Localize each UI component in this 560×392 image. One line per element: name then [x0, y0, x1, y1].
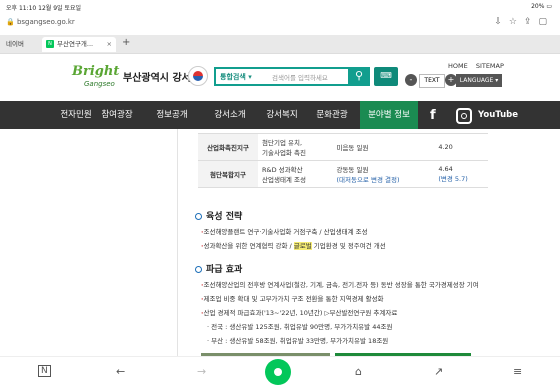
search-scope-select[interactable]: 통합검색 ▾ — [220, 72, 252, 82]
search-input[interactable]: 검색어를 입력하세요 — [272, 72, 328, 82]
language-select[interactable]: LANGUAGE ▾ — [456, 74, 502, 87]
browser-tab-active[interactable]: N 부산연구개... × — [42, 37, 116, 52]
main-content: 산업화촉진지구 첨단기업 유치, 기술사업화 촉진 미음동 일원 4.20 첨단복… — [0, 129, 560, 359]
browser-bottom-bar: N ← → ⌂ ↗ ≡ — [0, 356, 560, 392]
tab-label: 네이버 — [6, 40, 24, 48]
browser-tab-naver[interactable]: 네이버 — [6, 37, 38, 52]
youtube-link[interactable]: YouTube — [478, 101, 518, 129]
site-logo[interactable]: Bright Gangseo — [72, 64, 122, 94]
home-icon[interactable]: ⌂ — [355, 365, 362, 378]
browser-tab-strip: 네이버 N 부산연구개... × + — [0, 35, 560, 54]
battery-indicator: 20% ▭ — [531, 3, 552, 10]
section-title-strategy: 육성 전략 — [195, 209, 242, 222]
table-row: 첨단복합지구 R&D 성과확산 산업생태계 조성 강동동 일원 (대저동으로 변경 … — [198, 160, 488, 188]
naver-home-icon[interactable]: N — [38, 365, 51, 377]
district-value: 4.20 — [434, 133, 488, 161]
district-area: 강동동 일원 (대저동으로 변경 결정) — [332, 160, 435, 188]
nav-item-culture[interactable]: 문화관광 — [312, 101, 352, 129]
share-icon[interactable]: ⇪ — [524, 17, 539, 27]
main-nav: 전자민원 참여광장 정보공개 강서소개 강서복지 문화관광 분야별 정보 f Y… — [0, 101, 560, 129]
list-item: ·산업 경제적 파급효과('13~'22년, 10년간) ▷부산발전연구원 추계… — [201, 309, 398, 317]
district-table: 산업화촉진지구 첨단기업 유치, 기술사업화 촉진 미음동 일원 4.20 첨단복… — [198, 133, 488, 188]
section-title-effects: 파급 효과 — [195, 262, 242, 275]
star-icon[interactable]: ☆ — [509, 17, 524, 27]
zoom-text-label: TEXT — [419, 74, 445, 88]
bullet-circle-icon — [195, 266, 202, 273]
tab-label: 부산연구개... — [57, 40, 94, 48]
zoom-out-button[interactable]: - — [405, 74, 417, 86]
url-text[interactable]: 🔒 bsgangseo.go.kr — [6, 18, 75, 26]
list-item: · 부산 : 생산유발 58조원, 취업유발 33만명, 부가가치유발 18조원 — [207, 337, 389, 345]
home-link[interactable]: HOME — [448, 62, 468, 70]
district-name: 첨단복합지구 — [198, 160, 258, 188]
list-item: · 전국 : 생산유발 125조원, 취업유발 90만명, 부가가치유발 44조… — [207, 323, 393, 331]
list-item: ·조선해양플랜트 연구·기술사업화 거점구축 / 산업생태계 조성 — [201, 228, 368, 236]
tabs-icon[interactable]: ▢ — [538, 17, 554, 27]
instagram-icon[interactable] — [456, 108, 472, 124]
district-area: 미음동 일원 — [332, 133, 435, 161]
forward-icon[interactable]: → — [197, 365, 206, 378]
site-header: Bright Gangseo 부산광역시 강서구 통합검색 ▾ 검색어를 입력하… — [0, 54, 560, 101]
nav-item-disclosure[interactable]: 정보공개 — [152, 101, 192, 129]
share-icon[interactable]: ↗ — [434, 365, 443, 378]
menu-icon[interactable]: ≡ — [513, 365, 522, 378]
bullet-circle-icon — [195, 213, 202, 220]
search-button[interactable]: ⚲ — [348, 67, 370, 86]
address-bar[interactable]: 🔒 bsgangseo.go.kr ⇩☆⇪▢ — [0, 13, 560, 35]
district-name: 산업화촉진지구 — [198, 133, 258, 161]
logo-main-text: Bright — [72, 64, 120, 79]
nav-item-participation[interactable]: 참여광장 — [98, 101, 136, 129]
sitemap-link[interactable]: SITEMAP — [476, 62, 504, 70]
keyboard-icon[interactable]: ⌨ — [374, 67, 398, 86]
facebook-icon[interactable]: f — [430, 108, 436, 123]
status-time-date: 오후 11:10 12월 9일 토요일 — [6, 5, 82, 12]
new-tab-icon[interactable]: + — [122, 37, 130, 48]
list-item: ·성과확산을 위한 연계협력 강화 / 글로벌 기업환경 및 정주여건 개선 — [201, 242, 386, 250]
naver-green-dot-button[interactable] — [265, 359, 291, 385]
sidebar-divider — [177, 129, 178, 356]
list-item: ·조선해양산업의 전후방 연계사업(철강, 기계, 금속, 전기.전자 등) 동… — [201, 281, 479, 289]
district-strategy: R&D 성과확산 산업생태계 조성 — [258, 160, 333, 188]
nav-item-civil[interactable]: 전자민원 — [58, 101, 94, 129]
nav-item-field-info[interactable]: 분야별 정보 — [360, 101, 418, 129]
nav-item-welfare[interactable]: 강서복지 — [262, 101, 302, 129]
back-icon[interactable]: ← — [116, 365, 125, 378]
nav-item-about[interactable]: 강서소개 — [210, 101, 250, 129]
korea-flag-icon — [188, 66, 208, 86]
close-tab-icon[interactable]: × — [107, 37, 112, 52]
search-box[interactable]: 통합검색 ▾ 검색어를 입력하세요 — [214, 67, 350, 86]
download-icon[interactable]: ⇩ — [494, 17, 509, 27]
logo-sub-text: Gangseo — [84, 80, 115, 88]
naver-favicon-icon: N — [46, 40, 54, 48]
top-links: HOME SITEMAP — [442, 62, 504, 70]
browser-toolbar-icons: ⇩☆⇪▢ — [494, 17, 554, 27]
list-item: ·제조업 비중 확대 및 고부가가치 구조 전환을 통한 지역경제 활성화 — [201, 295, 384, 303]
status-bar: 오후 11:10 12월 9일 토요일 20% ▭ — [0, 0, 560, 13]
district-strategy: 첨단기업 유치, 기술사업화 촉진 — [258, 133, 333, 161]
table-row: 산업화촉진지구 첨단기업 유치, 기술사업화 촉진 미음동 일원 4.20 — [198, 133, 488, 161]
district-value: 4.64 (변경 5.7) — [434, 160, 488, 188]
search-icon: ⚲ — [354, 69, 364, 82]
